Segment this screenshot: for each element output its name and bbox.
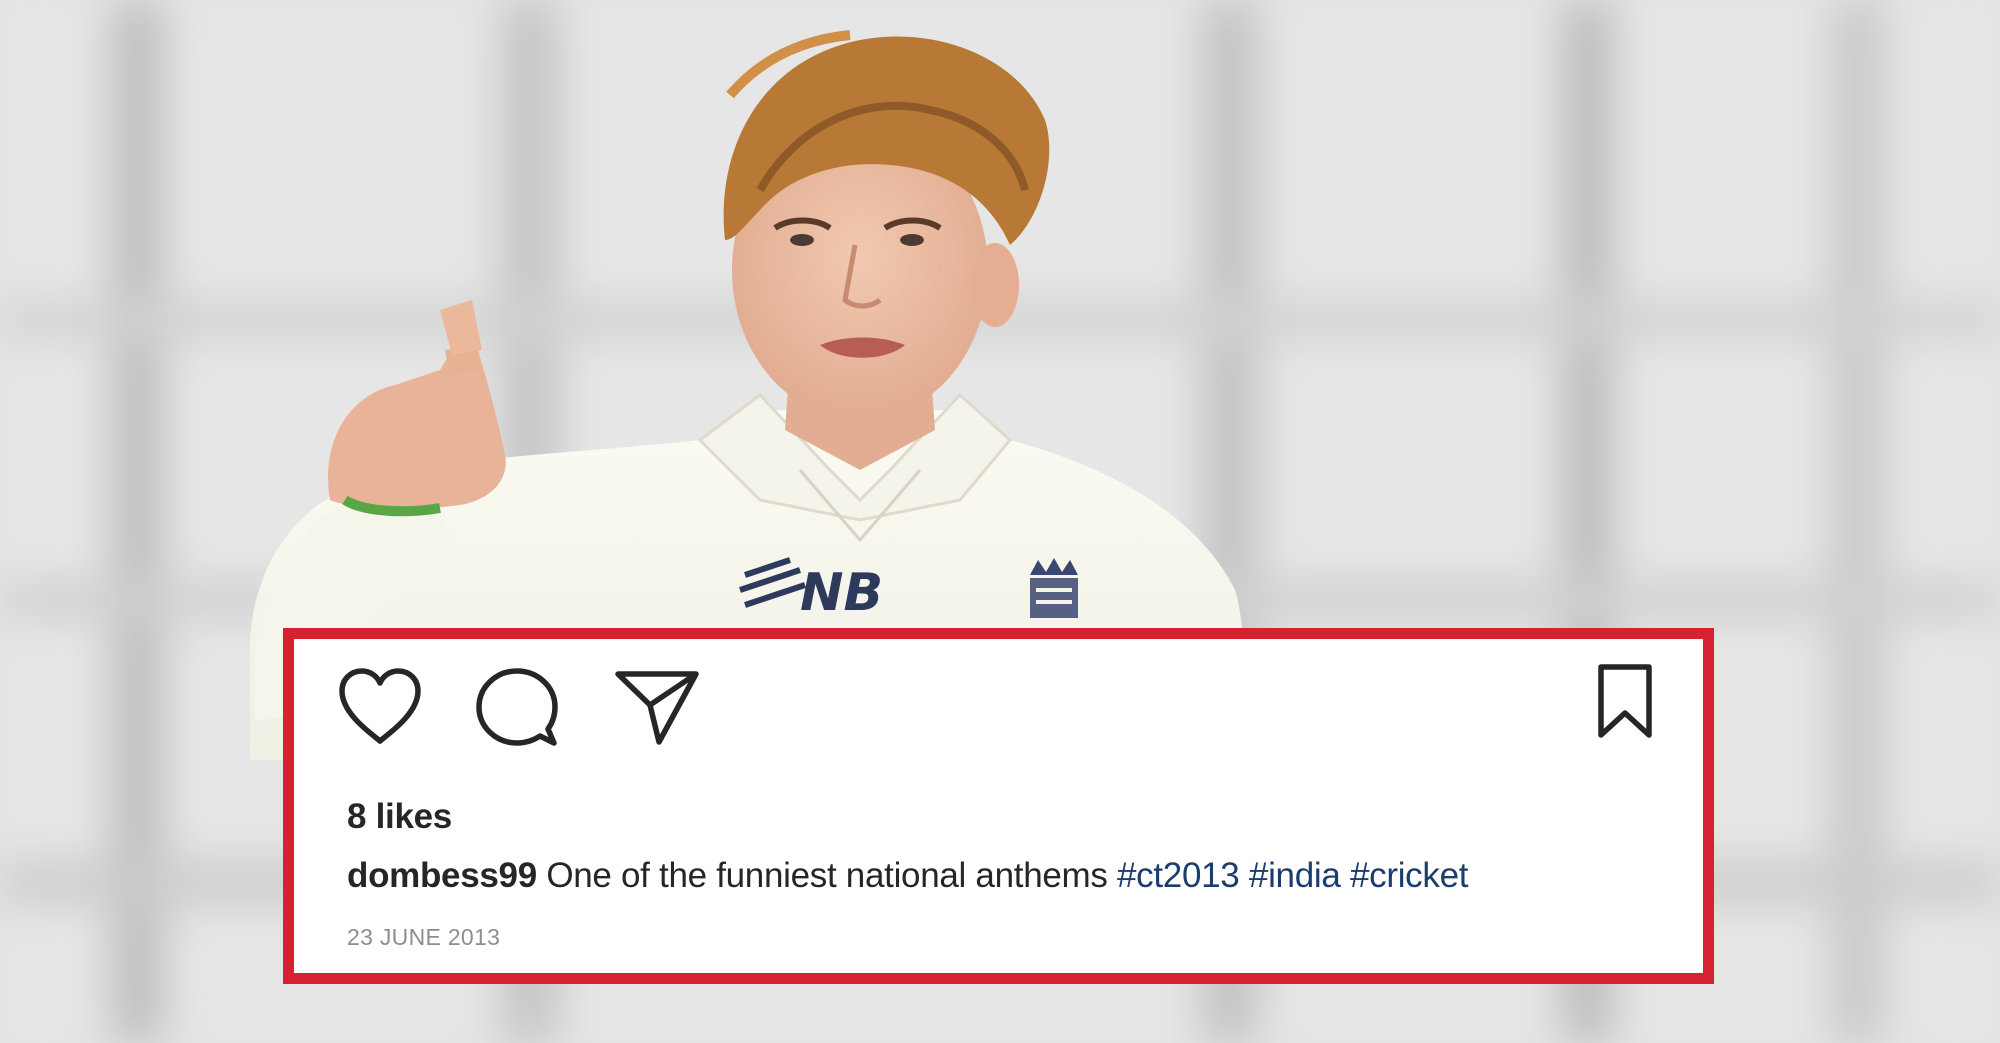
post-caption: dombess99 One of the funniest national a… <box>347 856 1468 896</box>
paper-plane-icon <box>615 671 699 745</box>
likes-count[interactable]: 8 likes <box>347 797 452 837</box>
save-button[interactable] <box>1595 663 1655 741</box>
share-button[interactable] <box>614 667 700 747</box>
hashtag-link[interactable]: #cricket <box>1350 856 1468 895</box>
heart-icon <box>339 668 421 744</box>
hashtag-link[interactable]: #india <box>1249 856 1341 895</box>
comment-button[interactable] <box>476 667 558 749</box>
post-screenshot: NB 8 likes dombess99 One of the funniest… <box>0 0 2000 1043</box>
caption-username[interactable]: dombess99 <box>347 856 537 895</box>
post-action-bar <box>294 639 1703 759</box>
hashtag-link[interactable]: #ct2013 <box>1117 856 1240 895</box>
bookmark-icon <box>1598 664 1652 738</box>
instagram-post-card: 8 likes dombess99 One of the funniest na… <box>283 628 1714 984</box>
comment-bubble-icon <box>476 668 558 746</box>
caption-text: One of the funniest national anthems <box>546 856 1108 895</box>
shirt-logo-text: NB <box>800 563 883 623</box>
post-date: 23 JUNE 2013 <box>347 924 501 950</box>
england-crest <box>1030 558 1078 618</box>
like-button[interactable] <box>337 667 423 747</box>
